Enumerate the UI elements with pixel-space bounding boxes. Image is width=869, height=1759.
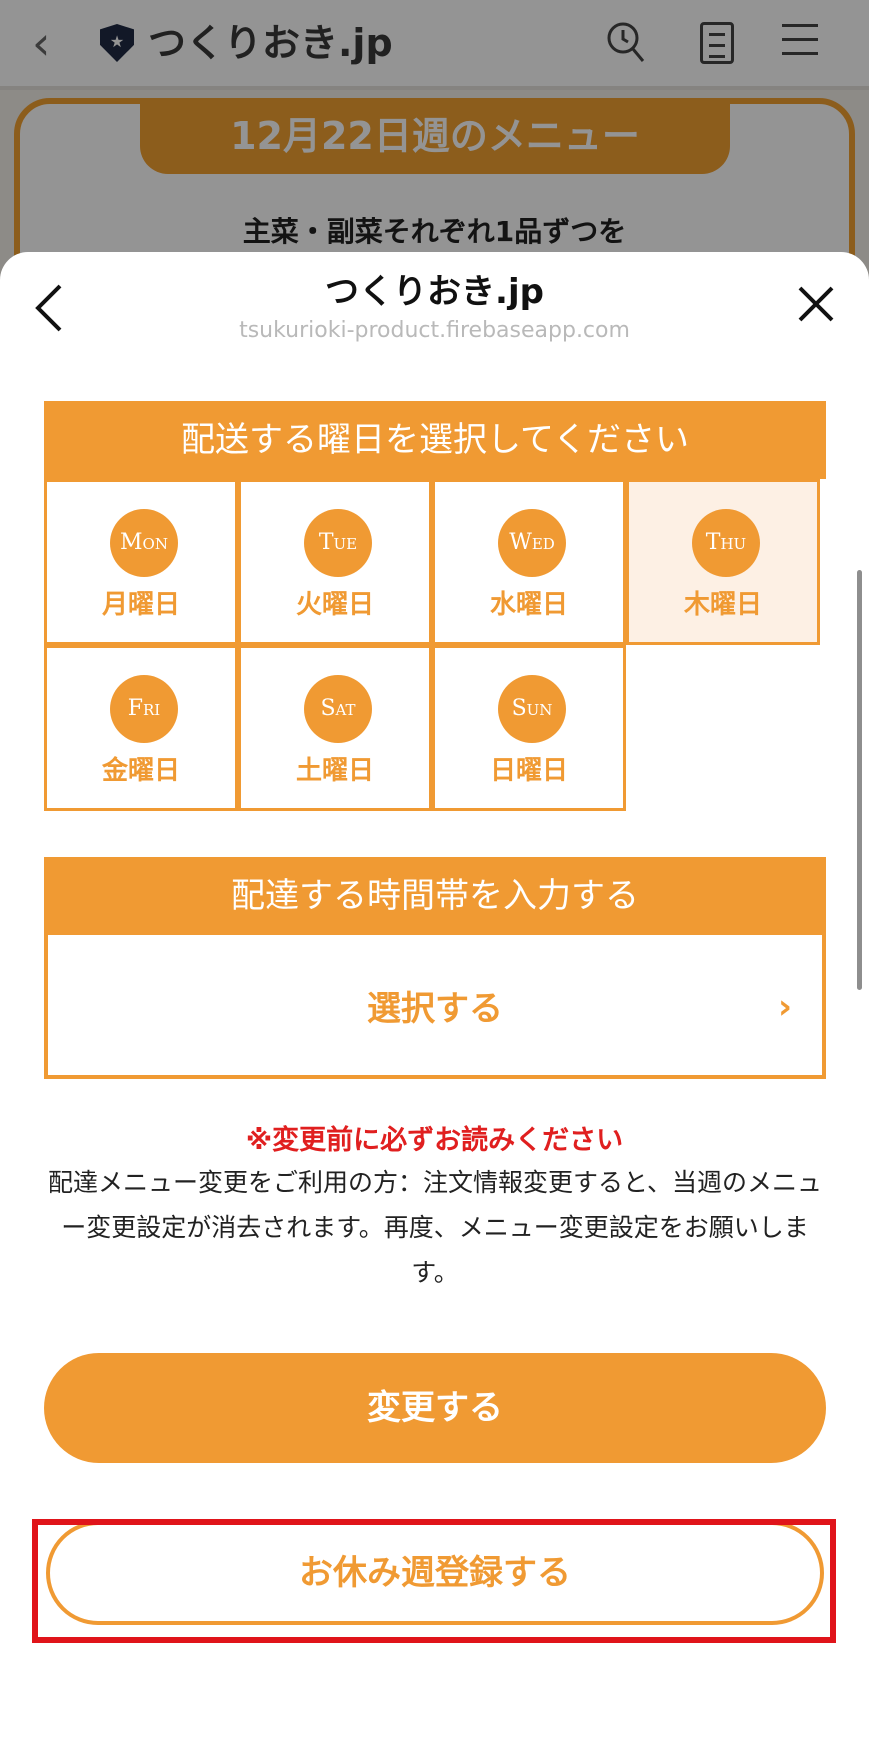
mon-badge: Mon [110,509,178,577]
notice-body: 配達メニュー変更をご利用の方：注文情報変更すると、当週のメニュー変更設定が消去さ… [47,1168,822,1287]
chevron-right-icon: › [777,987,792,1027]
day-option-thu[interactable]: Thu 木曜日 [626,479,820,645]
day-label: 土曜日 [295,756,374,786]
day-option-sun[interactable]: Sun 日曜日 [432,645,626,811]
highlight-box [32,1519,836,1643]
sheet-title: つくりおき.jp [325,272,544,312]
scrollbar[interactable] [857,570,862,990]
delivery-time-heading: 配達する時間帯を入力する [44,857,826,935]
day-option-tue[interactable]: Tue 火曜日 [238,479,432,645]
notice-title: ※変更前に必ずお読みください [245,1125,624,1156]
time-select-label: 選択する [367,989,503,1029]
fri-badge: Fri [110,675,178,743]
day-label: 火曜日 [295,590,374,620]
day-label: 金曜日 [101,756,180,786]
day-label: 月曜日 [101,590,180,620]
sheet-url: tsukurioki-product.firebaseapp.com [239,318,630,343]
day-option-sat[interactable]: Sat 土曜日 [238,645,432,811]
change-button[interactable]: 変更する [44,1353,826,1463]
day-label: 水曜日 [489,590,568,620]
day-option-mon[interactable]: Mon 月曜日 [44,479,238,645]
close-icon[interactable] [796,284,836,324]
sun-badge: Sun [498,675,566,743]
sat-badge: Sat [304,675,372,743]
delivery-day-heading: 配送する曜日を選択してください [44,401,826,479]
day-option-fri[interactable]: Fri 金曜日 [44,645,238,811]
tue-badge: Tue [304,509,372,577]
day-label: 木曜日 [683,590,762,620]
thu-badge: Thu [692,509,760,577]
day-label: 日曜日 [489,756,568,786]
wed-badge: Wed [498,509,566,577]
time-slot-select[interactable]: 選択する › [44,935,826,1079]
day-option-wed[interactable]: Wed 水曜日 [432,479,626,645]
